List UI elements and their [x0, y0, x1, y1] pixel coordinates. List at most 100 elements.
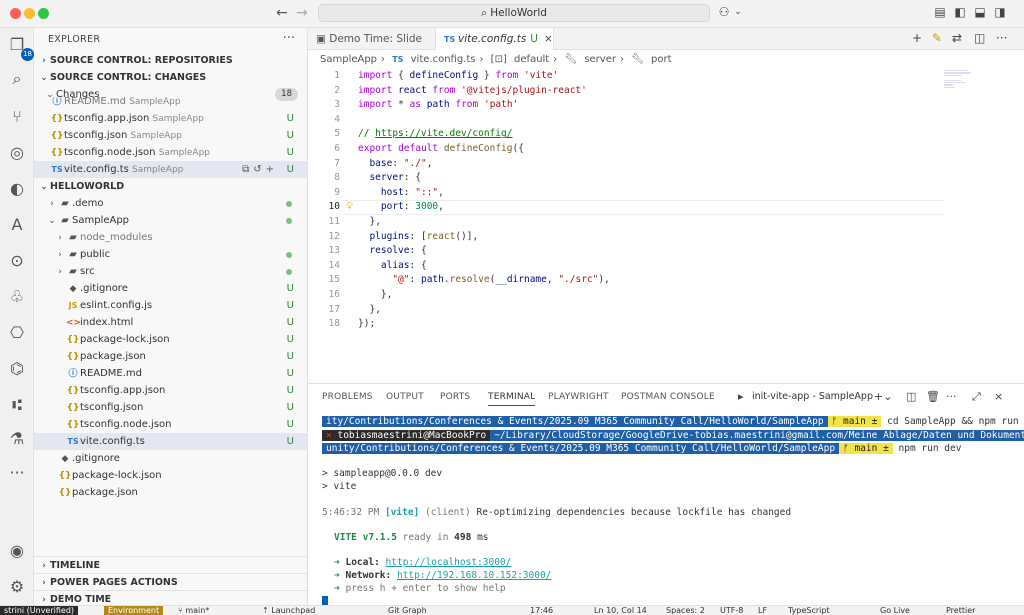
section-helloworld[interactable]: ⌄ HELLOWORLD [34, 178, 307, 195]
run-debug-icon[interactable]: ◎ [6, 142, 28, 164]
toggle-secondary-sidebar-icon[interactable]: ◨ [992, 4, 1008, 20]
toggle-panel-icon[interactable]: ⬓ [972, 4, 988, 20]
tab-terminal[interactable]: TERMINAL [488, 392, 536, 406]
language-mode[interactable]: TypeScript [788, 606, 830, 615]
tree-item-file[interactable]: JS eslint.config.js U [34, 297, 307, 314]
code-line[interactable]: 💡︎ 10 port: 3000, [308, 200, 1024, 215]
customize-layout-icon[interactable]: ▤ [932, 4, 948, 20]
section-power-pages[interactable]: › POWER PAGES ACTIONS [34, 573, 307, 590]
copilot-agent-icon[interactable]: ⎔ [6, 322, 28, 344]
environment-indicator[interactable]: Environment [104, 606, 164, 615]
testing-icon[interactable]: ⚗ [6, 428, 28, 450]
more-actions-icon[interactable]: ··· [283, 31, 295, 46]
code-line[interactable]: 7 base: "./", [308, 157, 1024, 172]
remote-indicator[interactable]: strini (Unverified) [0, 606, 79, 615]
code-line[interactable]: 18}); [308, 317, 1024, 332]
tree-item-file[interactable]: {}package-lock.json [34, 467, 307, 484]
open-file-icon[interactable]: ⧉↺+ [242, 161, 278, 178]
end-of-line[interactable]: LF [758, 606, 767, 615]
breadcrumb-item[interactable]: port [651, 54, 672, 65]
go-live-button[interactable]: Go Live [880, 606, 910, 615]
lightbulb-icon[interactable]: 💡︎ [346, 200, 353, 215]
tree-item-file[interactable]: ⓘ README.md U [34, 365, 307, 382]
source-control-icon[interactable]: ⑂ [6, 106, 28, 128]
breadcrumb-item[interactable]: default [514, 54, 549, 65]
terminal-output[interactable]: ity/Contributions/Conferences & Events/2… [308, 412, 1024, 606]
breadcrumb-item[interactable]: SampleApp [320, 54, 377, 65]
network-icon[interactable]: ⌬ [6, 358, 28, 380]
compare-icon[interactable]: ⇄ [952, 31, 962, 45]
tab-demo-time-slide[interactable]: ▣ Demo Time: Slide [308, 28, 436, 50]
network-url-link[interactable]: http://192.168.10.152:3000/ [397, 570, 551, 581]
tree-item-file[interactable]: {}tsconfig.json U [34, 399, 307, 416]
close-icon[interactable]: × [544, 33, 553, 45]
code-line[interactable]: 13 resolve: { [308, 244, 1024, 259]
tree-icon[interactable]: ♧ [6, 286, 28, 308]
split-editor-icon[interactable]: ◫ [974, 31, 985, 45]
more-icon[interactable]: ··· [6, 462, 28, 484]
tree-item-file[interactable]: {}package.json U [34, 348, 307, 365]
code-line[interactable]: 11 }, [308, 215, 1024, 230]
tab-postman-console[interactable]: POSTMAN CONSOLE [621, 392, 715, 402]
tree-item-sampleapp[interactable]: ⌄ ▰ SampleApp [34, 212, 307, 229]
code-line[interactable]: 4 [308, 113, 1024, 128]
branch-indicator[interactable]: ⑂ main* [178, 606, 209, 615]
section-timeline[interactable]: › TIMELINE [34, 556, 307, 573]
code-line[interactable]: 1 import { defineConfig } from 'vite' [308, 69, 1024, 84]
list-item[interactable]: {}tsconfig.app.json SampleApp U [34, 110, 307, 127]
code-line[interactable]: 16 }, [308, 288, 1024, 303]
tree-item-node-modules[interactable]: › ▰ node_modules [34, 229, 307, 246]
explorer-icon[interactable]: ❐ 18 [6, 34, 34, 61]
remote-explorer-icon[interactable]: ⊙ [6, 250, 28, 272]
back-arrow-icon[interactable]: ← [276, 5, 288, 21]
forward-arrow-icon[interactable]: → [296, 5, 308, 21]
more-actions-icon[interactable]: ··· [996, 31, 1007, 45]
list-item[interactable]: ⓘ README.md SampleApp [34, 97, 307, 107]
command-center-search[interactable]: ⌕ HelloWorld [318, 4, 710, 22]
list-item[interactable]: {}tsconfig.node.json SampleApp U [34, 144, 307, 161]
code-line[interactable]: 3 import * as path from 'path' [308, 98, 1024, 113]
code-line[interactable]: 5 // https://vite.dev/config/ [308, 127, 1024, 142]
code-line[interactable]: 2 import react from '@vitejs/plugin-react… [308, 84, 1024, 99]
gear-icon[interactable]: ⚙ [6, 576, 28, 598]
tree-item-file[interactable]: {}tsconfig.app.json U [34, 382, 307, 399]
code-line[interactable]: 9 host: "::", [308, 186, 1024, 201]
tab-output[interactable]: OUTPUT [386, 392, 424, 402]
git-graph-button[interactable]: Git Graph [388, 606, 427, 615]
tab-ports[interactable]: PORTS [440, 392, 470, 402]
code-line[interactable]: 14 alias: { [308, 259, 1024, 274]
code-line[interactable]: 15 "@": path.resolve(__dirname, "./src")… [308, 273, 1024, 288]
code-line[interactable]: 17 }, [308, 303, 1024, 318]
prettier-button[interactable]: Prettier [946, 606, 975, 615]
list-item[interactable]: TSvite.config.ts SampleApp ⧉↺+ U [34, 161, 307, 178]
tab-vite-config[interactable]: TS vite.config.ts U × [436, 28, 554, 50]
extension-icon[interactable]: ◐ [6, 178, 28, 200]
minimize-window-button[interactable] [24, 8, 35, 19]
tree-item-file[interactable]: <>index.html U [34, 314, 307, 331]
tree-item-file[interactable]: {}package-lock.json U [34, 331, 307, 348]
code-line[interactable]: 8 server: { [308, 171, 1024, 186]
git-graph-icon[interactable]: ⑆ [6, 394, 28, 416]
trash-icon[interactable]: 🗑︎ [926, 390, 940, 403]
split-terminal-icon[interactable]: ◫ [906, 390, 916, 403]
new-file-icon[interactable]: + [912, 31, 922, 45]
chevron-down-icon[interactable]: ⌄ [730, 4, 746, 20]
new-terminal-icon[interactable]: +⌄ [874, 390, 892, 403]
close-window-button[interactable] [10, 8, 21, 19]
terminal-selector[interactable]: init-vite-app - SampleApp [752, 391, 873, 402]
cursor-position[interactable]: Ln 10, Col 14 [594, 606, 647, 615]
breadcrumb-item[interactable]: server [584, 54, 616, 65]
tab-playwright[interactable]: PLAYWRIGHT [548, 392, 609, 402]
azure-icon[interactable]: A [6, 214, 28, 236]
tree-item-file[interactable]: {}tsconfig.node.json U [34, 416, 307, 433]
tree-item-src[interactable]: › ▰ src [34, 263, 307, 280]
close-icon[interactable]: × [994, 390, 1003, 403]
indentation[interactable]: Spaces: 2 [666, 606, 705, 615]
breadcrumb-item[interactable]: vite.config.ts [411, 54, 476, 65]
maximize-panel-icon[interactable]: ⤢ [972, 390, 981, 404]
section-demo-time[interactable]: › DEMO TIME [34, 590, 307, 605]
encoding[interactable]: UTF-8 [720, 606, 743, 615]
section-repositories[interactable]: › SOURCE CONTROL: REPOSITORIES [34, 52, 307, 69]
tree-item-public[interactable]: › ▰ public [34, 246, 307, 263]
local-url-link[interactable]: http://localhost:3000/ [386, 557, 512, 568]
